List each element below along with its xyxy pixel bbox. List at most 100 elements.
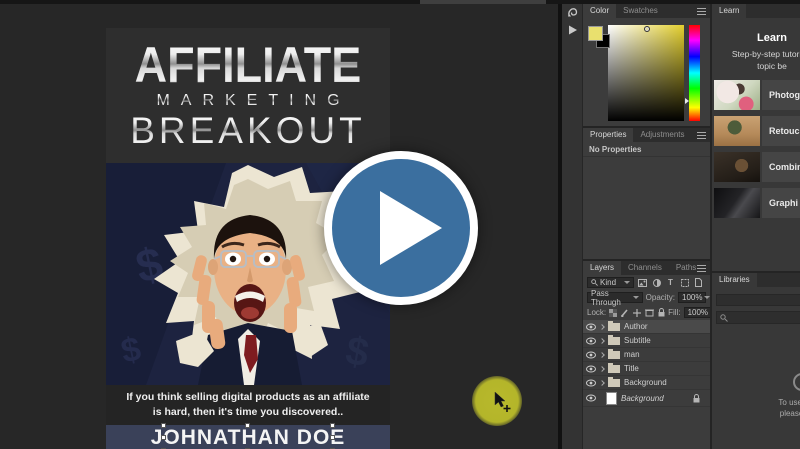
shape-filter-icon [681,279,689,287]
pixel-filter-icon [638,279,647,287]
lock-artboard-icon[interactable] [645,309,654,317]
learn-subtitle: Step-by-step tutorials topic be [712,48,800,72]
layer-row-man[interactable]: man [583,348,710,362]
panel-column-main: Color Swatches Properties Adjustments No… [583,4,710,449]
cover-title-line3: BREAKOUT [130,111,366,151]
disclosure-icon[interactable] [599,352,605,358]
layer-row-subtitle[interactable]: Subtitle [583,334,710,348]
learn-item-photography[interactable]: Photog [714,80,800,110]
saturation-brightness-field[interactable] [608,25,684,121]
layers-blend-row: Pass Through Opacity: 100% [583,290,710,305]
learn-item-graphic[interactable]: Graphi [714,188,800,218]
blend-mode-dropdown[interactable]: Pass Through [587,292,643,303]
filter-pixel-layers-button[interactable] [637,277,648,288]
search-icon [720,314,728,322]
layer-name[interactable]: Background [624,378,710,387]
learn-item-combining[interactable]: Combin [714,152,800,182]
cover-author-strip: JOHNATHAN DOE [106,425,390,449]
tab-adjustments[interactable]: Adjustments [633,128,691,142]
tab-libraries[interactable]: Libraries [712,273,757,287]
folder-icon [608,323,620,331]
folder-icon [608,337,620,345]
disclosure-icon[interactable] [599,324,605,330]
tab-channels[interactable]: Channels [621,261,669,275]
tutorial-label: Combin [762,152,800,182]
history-panel-button[interactable] [562,4,583,21]
opacity-field[interactable]: 100% [678,292,706,303]
lock-transparency-icon[interactable] [609,309,617,317]
folder-icon [608,365,620,373]
layer-name[interactable]: Background [621,394,689,403]
layer-name[interactable]: Author [624,322,710,331]
layer-list: Author Subtitle man Title [583,320,710,407]
layer-row-title[interactable]: Title [583,362,710,376]
libraries-signin-notice: To use Creati please sign i [712,373,800,419]
kind-filter-dropdown[interactable]: Kind [587,277,634,288]
lock-move-icon[interactable] [633,309,641,317]
eye-icon[interactable] [586,323,596,331]
disclosure-icon[interactable] [599,366,605,372]
layers-panel-tabbar: Layers Channels Paths [583,261,710,275]
filter-shape-layers-button[interactable] [679,277,690,288]
signin-text-line1: To use Creati [712,397,800,408]
libraries-search-input[interactable] [716,311,800,324]
cursor-highlight [472,376,522,426]
libraries-dropdown[interactable] [716,294,800,306]
eye-icon[interactable] [586,337,596,345]
lock-paint-icon[interactable] [621,309,629,317]
cover-title-line1: AFFILIATE [135,38,362,92]
actions-play-icon [568,25,578,35]
signin-text-line2: please sign i [712,408,800,419]
history-icon [567,7,578,18]
tab-properties[interactable]: Properties [583,128,633,142]
layers-lock-row: Lock: [583,305,710,320]
filter-type-layers-button[interactable]: T [665,277,676,288]
disclosure-icon[interactable] [599,380,605,386]
adjustment-filter-icon [653,279,661,287]
filter-adjustment-layers-button[interactable] [651,277,662,288]
layer-name[interactable]: man [624,350,710,359]
fill-field[interactable]: 100% [684,307,712,318]
panel-column-right: Learn Learn Step-by-step tutorials topic… [712,4,800,449]
layer-name[interactable]: Title [624,364,710,373]
layer-name[interactable]: Subtitle [624,336,710,345]
learn-subtitle-line1: Step-by-step tutorials [712,48,800,60]
search-icon [591,279,598,286]
foreground-color-swatch[interactable] [588,26,603,41]
hue-slider[interactable] [689,25,700,121]
tab-layers[interactable]: Layers [583,261,621,275]
eye-icon[interactable] [586,351,596,359]
blend-mode-value: Pass Through [591,289,631,307]
eye-icon[interactable] [586,365,596,373]
filter-smart-objects-button[interactable] [693,277,704,288]
actions-panel-button[interactable] [562,21,583,38]
layer-row-author[interactable]: Author [583,320,710,334]
video-play-button[interactable] [324,151,478,305]
tab-learn[interactable]: Learn [712,4,746,18]
eye-icon[interactable] [586,379,596,387]
disclosure-icon[interactable] [599,338,605,344]
tab-color[interactable]: Color [583,4,616,18]
layer-thumbnail[interactable] [606,392,617,405]
panel-menu-icon[interactable] [697,8,706,15]
learn-item-retouching[interactable]: Retouc [714,116,800,146]
tab-swatches[interactable]: Swatches [616,4,665,18]
libraries-panel: Libraries To use Creati please sign i [712,273,800,433]
eye-icon[interactable] [586,394,596,402]
cover-author-name: JOHNATHAN DOE [106,425,390,449]
tutorial-thumbnail-succulent [714,116,760,146]
layer-row-background-group[interactable]: Background [583,376,710,390]
lock-all-icon[interactable] [658,308,665,317]
layer-row-background[interactable]: Background [583,390,710,407]
folder-icon [608,379,620,387]
cover-title-block: AFFILIATE MARKETING BREAKOUT [106,28,390,163]
folder-icon [608,351,620,359]
play-icon [332,159,470,297]
hue-slider-marker[interactable] [685,98,689,104]
panel-menu-icon[interactable] [697,132,706,139]
panel-menu-icon[interactable] [697,265,706,272]
color-picker-dot[interactable] [644,26,650,32]
layers-panel: Layers Channels Paths Kind [583,261,710,407]
fill-label: Fill: [668,308,680,317]
lock-icon [693,394,700,403]
